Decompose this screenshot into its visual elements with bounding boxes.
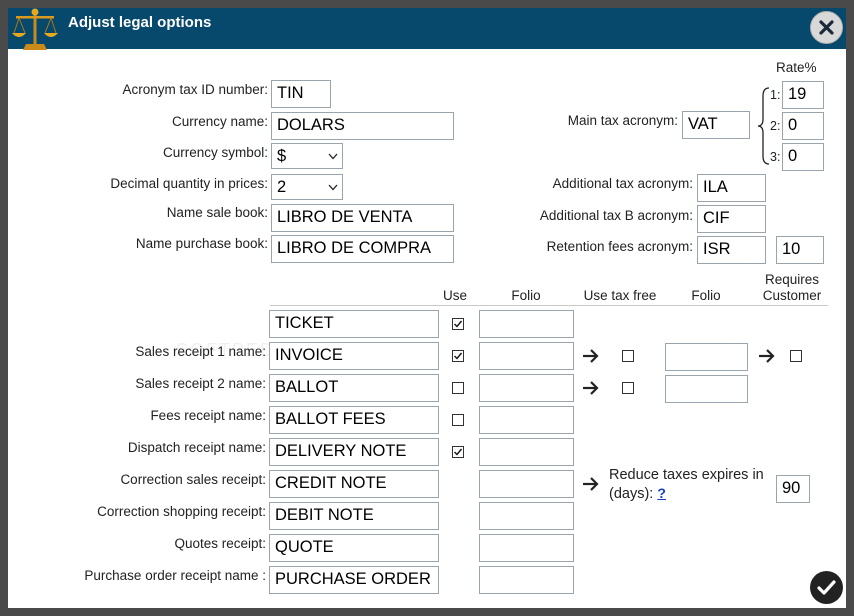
arrow-right-icon (759, 349, 775, 363)
decimal-quantity-value: 2 (277, 178, 287, 196)
folio-input-delivery-note[interactable] (479, 438, 574, 466)
use-column-header: Use (442, 288, 467, 303)
folio-tax-free-column-header: Folio (691, 288, 721, 303)
rate-2-input[interactable]: 0 (782, 112, 824, 140)
decimal-quantity-select[interactable]: 2 (271, 174, 343, 200)
check-icon (454, 448, 463, 456)
receipt-name-input-ballot-fees[interactable]: BALLOT FEES (269, 406, 439, 434)
arrow-right-icon (583, 477, 599, 491)
legal-options-dialog: Adjust legal options Acronym tax ID numb… (8, 8, 846, 608)
scales-of-justice-icon (12, 8, 58, 50)
folio-tax-free-input-ballot[interactable] (665, 375, 748, 403)
sales-receipt-2-label: Sales receipt 2 name: (135, 376, 266, 391)
retention-fees-acronym-input[interactable]: ISR (697, 236, 766, 264)
correction-sales-receipt-label: Correction sales receipt: (120, 472, 266, 487)
receipt-name-input-ticket[interactable]: TICKET (269, 310, 439, 338)
rate-2-index: 2: (770, 119, 781, 133)
close-icon (819, 20, 834, 35)
requires-customer-checkbox-invoice[interactable] (790, 350, 802, 362)
confirm-button[interactable] (810, 571, 843, 604)
name-purchase-book-label: Name purchase book: (135, 236, 268, 251)
rate-1-input[interactable]: 19 (782, 81, 824, 109)
dispatch-receipt-label: Dispatch receipt name: (127, 440, 266, 455)
arrow-right-icon (583, 381, 599, 395)
currency-name-input[interactable]: DOLARS (271, 112, 454, 140)
additional-tax-b-acronym-label: Additional tax B acronym: (539, 208, 693, 223)
name-sale-book-input[interactable]: LIBRO DE VENTA (271, 204, 454, 232)
receipt-name-input-credit-note[interactable]: CREDIT NOTE (269, 470, 439, 498)
folio-input-purchase-order[interactable] (479, 566, 574, 594)
rate-brace-icon (757, 87, 770, 165)
use-tax-free-checkbox-ballot[interactable] (622, 382, 634, 394)
main-tax-acronym-label: Main tax acronym: (567, 113, 678, 128)
acronym-tax-id-input[interactable]: TIN (271, 80, 331, 108)
reduce-taxes-text: Reduce taxes expires in (days): (609, 467, 764, 502)
receipt-name-input-quote[interactable]: QUOTE (269, 534, 439, 562)
decimal-quantity-label: Decimal quantity in prices: (110, 176, 268, 191)
additional-tax-acronym-label: Additional tax acronym: (552, 176, 693, 191)
additional-tax-acronym-input[interactable]: ILA (697, 174, 766, 202)
use-checkbox-ballot[interactable] (452, 382, 464, 394)
fees-receipt-label: Fees receipt name: (150, 408, 266, 423)
requires-customer-column-header: Requires Customer (762, 272, 822, 303)
folio-input-quote[interactable] (479, 534, 574, 562)
close-button[interactable] (810, 11, 843, 44)
use-checkbox-invoice[interactable] (452, 350, 464, 362)
retention-fees-acronym-label: Retention fees acronym: (546, 239, 693, 254)
receipt-name-input-ballot[interactable]: BALLOT (269, 374, 439, 402)
receipt-name-input-debit-note[interactable]: DEBIT NOTE (269, 502, 439, 530)
check-icon (454, 352, 463, 360)
folio-input-ballot-fees[interactable] (479, 406, 574, 434)
chevron-down-icon (328, 153, 338, 160)
folio-input-ticket[interactable] (479, 310, 574, 338)
currency-name-label: Currency name: (171, 114, 268, 129)
folio-column-header: Folio (511, 288, 541, 303)
use-checkbox-ticket[interactable] (452, 318, 464, 330)
window-title: Adjust legal options (68, 14, 212, 31)
use-checkbox-ballot-fees[interactable] (452, 414, 464, 426)
name-purchase-book-input[interactable]: LIBRO DE COMPRA (271, 235, 454, 263)
check-icon (817, 580, 836, 595)
name-sale-book-label: Name sale book: (166, 205, 268, 220)
folio-tax-free-input-invoice[interactable] (665, 343, 748, 371)
chevron-down-icon (328, 184, 338, 191)
use-checkbox-delivery-note[interactable] (452, 446, 464, 458)
currency-symbol-label: Currency symbol: (162, 145, 268, 160)
rate-3-index: 3: (770, 150, 781, 164)
currency-symbol-select[interactable]: $ (271, 143, 343, 169)
acronym-tax-id-label: Acronym tax ID number: (122, 82, 268, 97)
check-icon (454, 320, 463, 328)
folio-input-debit-note[interactable] (479, 502, 574, 530)
rate-header: Rate% (776, 60, 817, 75)
currency-symbol-value: $ (277, 147, 287, 165)
rate-1-index: 1: (770, 88, 781, 102)
purchase-order-receipt-label: Purchase order receipt name : (84, 568, 266, 583)
additional-tax-b-acronym-input[interactable]: CIF (697, 205, 766, 233)
folio-input-invoice[interactable] (479, 342, 574, 370)
receipt-name-input-purchase-order[interactable]: PURCHASE ORDER (269, 566, 439, 594)
reduce-taxes-help-link[interactable]: ? (657, 485, 666, 501)
reduce-taxes-label: Reduce taxes expires in (days): ? (609, 466, 769, 503)
sales-receipt-1-label: Sales receipt 1 name: (135, 344, 266, 359)
arrow-right-icon (583, 349, 599, 363)
title-bar: Adjust legal options (8, 8, 846, 50)
folio-input-ballot[interactable] (479, 374, 574, 402)
header-divider (270, 305, 828, 306)
quotes-receipt-label: Quotes receipt: (174, 536, 266, 551)
main-tax-acronym-input[interactable]: VAT (682, 111, 750, 139)
retention-fees-rate-input[interactable]: 10 (776, 236, 824, 264)
folio-input-credit-note[interactable] (479, 470, 574, 498)
receipt-name-input-invoice[interactable]: INVOICE (269, 342, 439, 370)
receipt-name-input-delivery-note[interactable]: DELIVERY NOTE (269, 438, 439, 466)
use-tax-free-checkbox-invoice[interactable] (622, 350, 634, 362)
correction-shopping-receipt-label: Correction shopping receipt: (97, 504, 266, 519)
reduce-taxes-days-input[interactable]: 90 (776, 475, 810, 503)
rate-3-input[interactable]: 0 (782, 143, 824, 171)
use-tax-free-column-header: Use tax free (583, 288, 657, 303)
